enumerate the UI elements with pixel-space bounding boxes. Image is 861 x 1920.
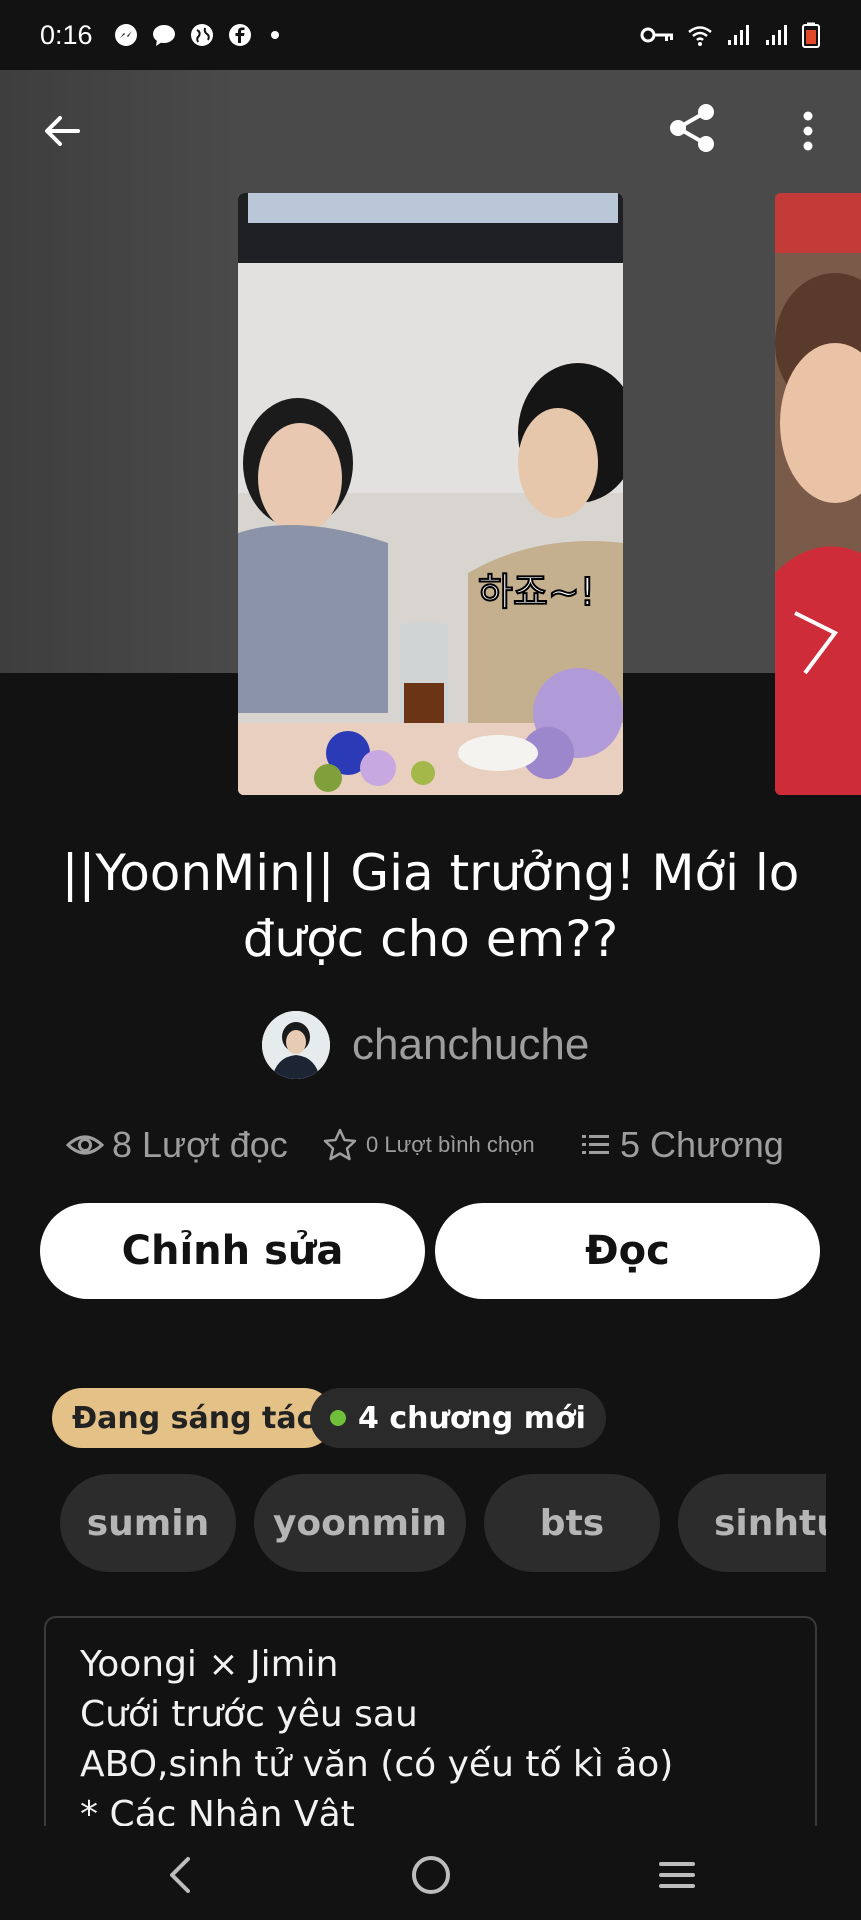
story-title: ||YoonMin|| Gia trưởng! Mới lo được cho … xyxy=(61,844,800,968)
description-line: Cưới trước yêu sau xyxy=(80,1694,418,1735)
list-icon xyxy=(582,1135,609,1154)
status-bar: 0:16 xyxy=(0,0,861,70)
tag-chip[interactable]: sinhtuv xyxy=(678,1474,826,1572)
circle-home-icon xyxy=(412,1856,450,1894)
chapters-count: 5 Chương xyxy=(620,1124,784,1165)
votes-count: 0 Lượt bình chọn xyxy=(366,1132,535,1157)
share-button[interactable] xyxy=(664,100,720,156)
dot-icon xyxy=(270,31,279,39)
nav-home-button[interactable] xyxy=(396,1840,466,1910)
avatar xyxy=(262,1011,330,1079)
reads-count: 8 Lượt đọc xyxy=(112,1124,288,1165)
story-cover[interactable]: 하죠~! xyxy=(238,193,623,795)
key-icon xyxy=(640,27,673,43)
cover-backdrop-shade xyxy=(0,70,240,673)
description-line: Yoongi × Jimin xyxy=(80,1644,339,1685)
reads-stat: 8 Lượt đọc xyxy=(66,1124,288,1166)
author-name: chanchuche xyxy=(352,1020,590,1069)
back-button[interactable] xyxy=(34,103,90,159)
more-options-button[interactable] xyxy=(780,103,836,159)
edit-button[interactable]: Chỉnh sửa xyxy=(40,1203,425,1299)
nav-back-button[interactable] xyxy=(146,1840,216,1910)
read-button[interactable]: Đọc xyxy=(435,1203,820,1299)
cover-caption: 하죠~! xyxy=(478,570,595,614)
chat-icon xyxy=(152,25,175,46)
system-icons xyxy=(639,22,821,48)
wifi-icon xyxy=(688,26,712,46)
author-link[interactable]: chanchuche xyxy=(262,1010,589,1080)
story-description: Yoongi × Jimin Cưới trước yêu sau ABO,si… xyxy=(44,1616,817,1826)
new-indicator-dot xyxy=(330,1410,346,1426)
notification-icons xyxy=(113,22,291,48)
more-vertical-icon xyxy=(803,111,813,151)
next-cover-preview[interactable] xyxy=(775,193,861,795)
tag-chip[interactable]: bts xyxy=(484,1474,660,1572)
signal-icon xyxy=(766,25,787,45)
messenger-icon xyxy=(114,24,137,46)
tag-list[interactable]: sumin yoonmin bts sinhtuv xyxy=(60,1474,826,1572)
eye-icon xyxy=(66,1135,104,1155)
new-chapters-badge: 4 chương mới xyxy=(310,1388,606,1448)
arrow-left-icon xyxy=(45,116,80,146)
tag-chip[interactable]: sumin xyxy=(60,1474,236,1572)
nav-recents-button[interactable] xyxy=(642,1840,712,1910)
status-time: 0:16 xyxy=(40,19,93,50)
chapters-stat: 5 Chương xyxy=(580,1124,784,1166)
votes-stat: 0 Lượt bình chọn xyxy=(322,1127,535,1163)
share-icon xyxy=(670,104,714,152)
description-line: * Các Nhân Vật xyxy=(80,1794,355,1826)
menu-lines-icon xyxy=(659,1862,695,1888)
next-cover-image xyxy=(775,193,861,795)
new-chapters-label: 4 chương mới xyxy=(358,1400,586,1436)
description-line: ABO,sinh tử văn (có yếu tố kì ảo) xyxy=(80,1744,674,1785)
chevron-left-icon xyxy=(170,1857,190,1893)
tag-chip[interactable]: yoonmin xyxy=(254,1474,466,1572)
signal-icon xyxy=(728,25,749,45)
story-stats: 8 Lượt đọc 0 Lượt bình chọn 5 Chương xyxy=(60,1115,820,1175)
battery-icon xyxy=(802,22,820,48)
facebook-icon xyxy=(228,24,251,46)
avatar-image xyxy=(262,1011,330,1079)
system-nav-bar xyxy=(0,1826,861,1920)
cover-image: 하죠~! xyxy=(238,193,623,795)
star-icon xyxy=(323,1128,357,1161)
status-badge: Đang sáng tác xyxy=(52,1388,335,1448)
globe-icon xyxy=(190,24,213,46)
